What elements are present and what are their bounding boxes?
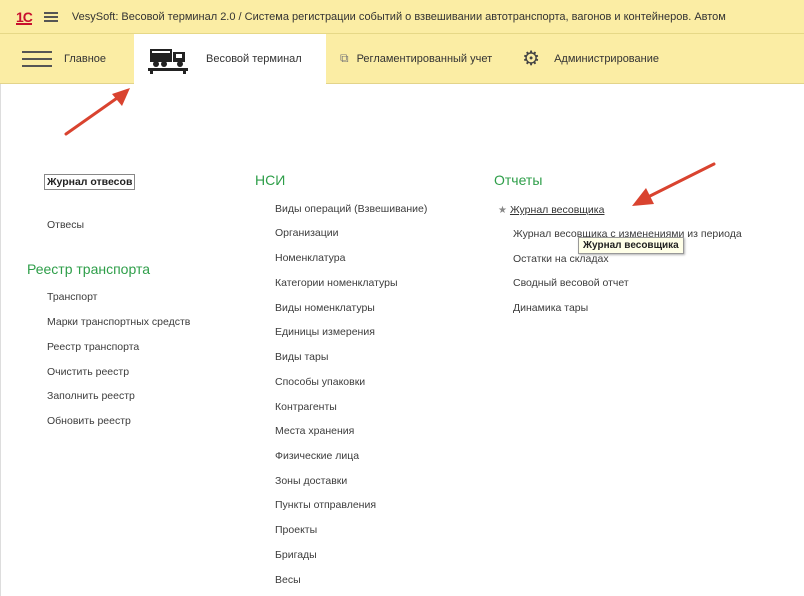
section-panel: Главное Весовой терминал ⧉ Регламентиров… (0, 33, 804, 84)
nsi-item[interactable]: Организации (275, 227, 339, 239)
nsi-item[interactable]: Места хранения (275, 425, 354, 437)
nsi-item[interactable]: Единицы измерения (275, 326, 375, 338)
title-bar: 1С VesySoft: Весовой терминал 2.0 / Сист… (0, 0, 804, 34)
registry-item-clear[interactable]: Очистить реестр (47, 366, 129, 378)
nsi-item[interactable]: Физические лица (275, 450, 359, 462)
window-title: VesySoft: Весовой терминал 2.0 / Система… (71, 10, 726, 23)
nsi-item[interactable]: Способы упаковки (275, 376, 365, 388)
nsi-item[interactable]: Проекты (275, 524, 317, 536)
nav-administration[interactable]: ⚙ Администрирование (522, 34, 659, 84)
nsi-item[interactable]: Виды тары (275, 351, 328, 363)
1c-logo: 1С (16, 8, 33, 25)
report-item[interactable]: Сводный весовой отчет (513, 277, 629, 289)
nav-main[interactable]: Главное (64, 34, 134, 84)
nsi-item[interactable]: Контрагенты (275, 401, 337, 413)
nav-main-label: Главное (64, 52, 107, 65)
nsi-item[interactable]: Номенклатура (275, 252, 345, 264)
tooltip: Журнал весовщика (578, 237, 684, 254)
registry-section-title: Реестр транспорта (27, 261, 150, 277)
nsi-item[interactable]: Виды операций (Взвешивание) (275, 203, 427, 215)
nsi-item[interactable]: Зоны доставки (275, 475, 347, 487)
registry-item-registry[interactable]: Реестр транспорта (47, 341, 139, 353)
nsi-item[interactable]: Виды номенклатуры (275, 302, 375, 314)
gear-icon: ⚙ (522, 48, 541, 70)
nsi-item[interactable]: Весы (275, 574, 301, 586)
registry-item-transport[interactable]: Транспорт (47, 291, 98, 303)
truck-scale-icon (148, 48, 188, 74)
nav-regulated-accounting-label: Регламентированный учет (356, 52, 493, 65)
nav-weight-terminal[interactable]: Весовой терминал (134, 33, 326, 84)
otvesy-link[interactable]: Отвесы (47, 219, 84, 231)
nsi-item[interactable]: Бригады (275, 549, 317, 561)
nsi-section-title: НСИ (255, 172, 286, 188)
red-arrow-annotation (64, 88, 130, 136)
documents-icon: ⧉ (340, 51, 349, 65)
nav-weight-terminal-label: Весовой терминал (206, 52, 302, 65)
report-item-weigher-journal[interactable]: ★ Журнал весовщика (498, 204, 604, 216)
report-item[interactable]: Динамика тары (513, 302, 588, 314)
registry-item-update[interactable]: Обновить реестр (47, 415, 131, 427)
reports-section-title: Отчеты (494, 172, 543, 188)
journal-otvesov-link[interactable]: Журнал отвесов (44, 174, 136, 190)
star-icon[interactable]: ★ (498, 205, 507, 216)
red-arrow-annotation (632, 162, 716, 206)
registry-item-fill[interactable]: Заполнить реестр (47, 390, 135, 402)
report-item[interactable]: Остатки на складах (513, 253, 609, 265)
report-link-label: Журнал весовщика (509, 204, 605, 216)
nsi-item[interactable]: Категории номенклатуры (275, 277, 398, 289)
nsi-item[interactable]: Пункты отправления (275, 499, 376, 511)
menu-icon[interactable] (43, 11, 58, 22)
nav-regulated-accounting[interactable]: ⧉ Регламентированный учет (340, 34, 492, 84)
nav-administration-label: Администрирование (554, 52, 659, 65)
hamburger-menu-icon[interactable] (22, 50, 52, 67)
registry-item-brands[interactable]: Марки транспортных средств (47, 316, 190, 328)
